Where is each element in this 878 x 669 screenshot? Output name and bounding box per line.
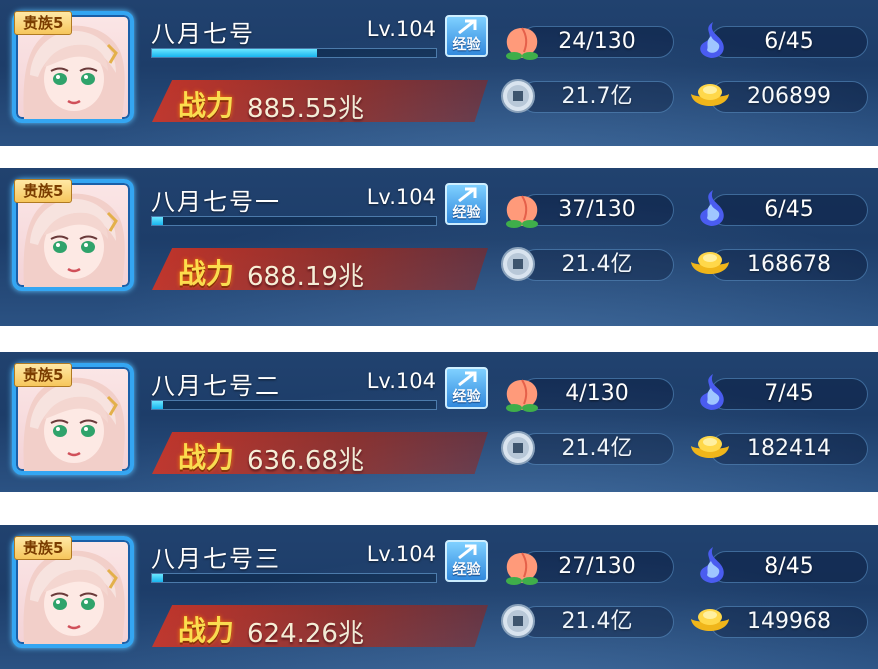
arrow-up-right-icon [458,371,477,387]
combat-power-label: 战力 [178,257,235,290]
copper-coin-icon [501,431,535,465]
gold-ingot-counter: 206899 [710,81,868,113]
player-panel-4: 贵族5 八月七号三 Lv.104 经验 战力 624.26兆 27/130 8/… [0,525,878,669]
blue-flame-icon [700,190,724,226]
arrow-up-right-icon [458,187,477,203]
peach-stamina-counter: 4/130 [520,378,674,410]
player-panel-2: 贵族5 八月七号一 Lv.104 经验 战力 688.19兆 37/130 6/… [0,168,878,326]
peach-stamina-counter: 24/130 [520,26,674,58]
arrow-up-right-icon [458,19,477,35]
noble-rank-badge: 贵族5 [14,11,73,35]
noble-rank-badge: 贵族5 [14,179,73,203]
player-name: 八月七号 [151,20,255,48]
exp-button-label: 经验 [452,205,481,221]
peach-icon [506,195,538,228]
copper-coin-counter: 21.4亿 [520,606,674,638]
exp-button[interactable]: 经验 [445,540,488,582]
peach-icon [506,552,538,585]
spirit-energy-counter: 6/45 [710,194,868,226]
copper-coin-counter: 21.4亿 [520,433,674,465]
spirit-energy-counter: 8/45 [710,551,868,583]
exp-progress-bar [151,400,437,410]
gold-ingot-icon [691,609,729,631]
arrow-up-right-icon [458,544,477,560]
spirit-energy-counter: 7/45 [710,378,868,410]
exp-progress-bar [151,216,437,226]
exp-progress-bar [151,48,437,58]
noble-rank-badge: 贵族5 [14,536,73,560]
player-level: Lv.104 [366,542,436,566]
exp-button[interactable]: 经验 [445,15,488,57]
combat-power-label: 战力 [178,89,235,122]
player-level: Lv.104 [366,369,436,393]
copper-coin-icon [501,247,535,281]
gold-ingot-icon [691,436,729,458]
exp-button[interactable]: 经验 [445,183,488,225]
peach-icon [506,379,538,412]
player-name: 八月七号三 [151,545,281,573]
blue-flame-icon [700,547,724,583]
gold-ingot-counter: 168678 [710,249,868,281]
exp-progress-fill [152,49,317,57]
player-name: 八月七号二 [151,372,281,400]
peach-stamina-counter: 37/130 [520,194,674,226]
spirit-energy-counter: 6/45 [710,26,868,58]
blue-flame-icon [700,22,724,58]
gold-ingot-counter: 149968 [710,606,868,638]
exp-progress-fill [152,401,164,409]
copper-coin-counter: 21.4亿 [520,249,674,281]
combat-power-value: 636.68兆 [247,446,364,476]
exp-progress-fill [152,217,164,225]
copper-coin-icon [501,79,535,113]
player-name: 八月七号一 [151,188,281,216]
copper-coin-counter: 21.7亿 [520,81,674,113]
gold-ingot-counter: 182414 [710,433,868,465]
noble-rank-badge: 贵族5 [14,363,73,387]
exp-button-label: 经验 [452,562,481,578]
exp-button-label: 经验 [452,389,481,405]
gold-ingot-icon [691,252,729,274]
peach-stamina-counter: 27/130 [520,551,674,583]
player-panel-1: 贵族5 八月七号 Lv.104 经验 战力 885.55兆 24/130 6/4… [0,0,878,146]
player-level: Lv.104 [366,185,436,209]
exp-progress-fill [152,574,164,582]
exp-progress-bar [151,573,437,583]
blue-flame-icon [700,374,724,410]
combat-power-value: 624.26兆 [247,619,364,649]
peach-icon [506,27,538,60]
exp-button[interactable]: 经验 [445,367,488,409]
copper-coin-icon [501,604,535,638]
player-level: Lv.104 [366,17,436,41]
combat-power-label: 战力 [178,614,235,647]
gold-ingot-icon [691,84,729,106]
exp-button-label: 经验 [452,37,481,53]
player-panel-3: 贵族5 八月七号二 Lv.104 经验 战力 636.68兆 4/130 7/4… [0,352,878,492]
combat-power-value: 688.19兆 [247,262,364,292]
combat-power-value: 885.55兆 [247,94,364,124]
combat-power-label: 战力 [178,441,235,474]
